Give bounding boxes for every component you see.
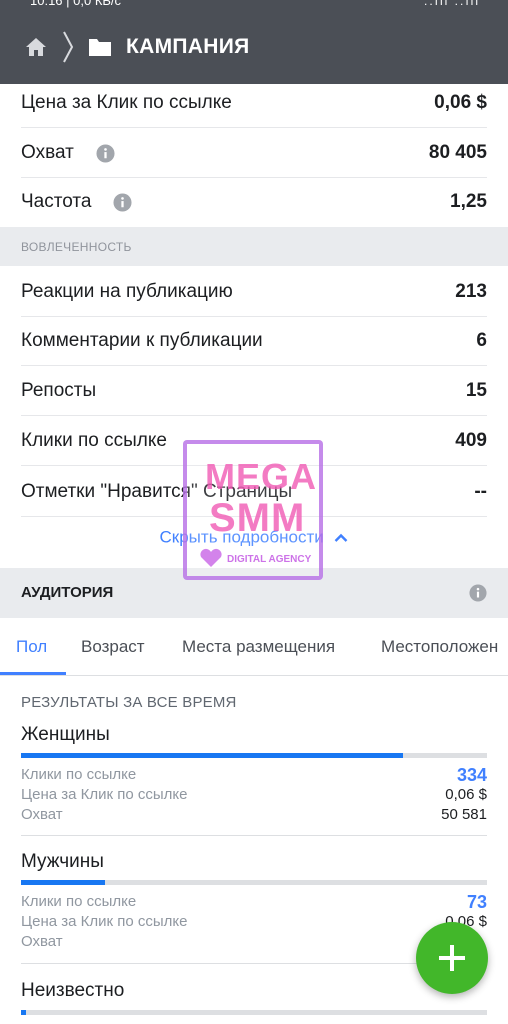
metric-label-wrap: Охват bbox=[21, 128, 115, 178]
metric-value: 15 bbox=[465, 380, 487, 401]
engagement-row: Репосты 15 bbox=[0, 366, 508, 416]
tab-location[interactable]: Местоположен bbox=[381, 618, 498, 675]
metric-value: 80 405 bbox=[428, 142, 487, 163]
progress-bar-men bbox=[21, 880, 487, 885]
metric-row-reach: Охват 80 405 bbox=[0, 128, 508, 178]
stat-label: Клики по ссылке bbox=[21, 893, 137, 910]
active-tab-indicator bbox=[0, 672, 66, 675]
stat-label: Охват bbox=[21, 806, 63, 823]
progress-bar-unknown bbox=[21, 1010, 487, 1015]
progress-bar-women bbox=[21, 753, 487, 758]
audience-tabs: Пол Возраст Места размещения Местоположе… bbox=[0, 618, 508, 676]
metric-value: 213 bbox=[455, 281, 487, 302]
group-name-women: Женщины bbox=[21, 724, 110, 745]
status-signal: ..ıll ..ıll bbox=[423, 0, 480, 8]
metric-label: Реакции на публикацию bbox=[21, 281, 233, 302]
heart-icon bbox=[200, 548, 222, 567]
metric-label: Комментарии к публикации bbox=[21, 330, 263, 351]
metric-label-wrap: Частота bbox=[21, 177, 132, 227]
metric-value: 6 bbox=[476, 330, 487, 351]
section-header-engagement: ВОВЛЕЧЕННОСТЬ bbox=[0, 227, 508, 266]
divider bbox=[21, 835, 487, 836]
stat-value: 50 581 bbox=[441, 806, 487, 823]
page-title: КАМПАНИЯ bbox=[126, 35, 250, 58]
stat-label: Охват bbox=[21, 933, 63, 950]
metric-label: Репосты bbox=[21, 380, 97, 401]
tab-placements[interactable]: Места размещения bbox=[182, 618, 335, 675]
status-time: 10:16 | 0,0 КБ/с bbox=[30, 0, 122, 8]
watermark-line3: DIGITAL AGENCY bbox=[227, 554, 312, 565]
metric-value: 409 bbox=[455, 430, 487, 451]
progress-fill bbox=[21, 1010, 26, 1015]
watermark-logo: MEGA SMM DIGITAL AGENCY bbox=[183, 440, 323, 580]
stat-label: Цена за Клик по ссылке bbox=[21, 913, 188, 930]
engagement-row: Комментарии к публикации 6 bbox=[0, 316, 508, 366]
metric-value: -- bbox=[474, 481, 487, 502]
engagement-row: Реакции на публикацию 213 bbox=[0, 267, 508, 317]
progress-fill bbox=[21, 753, 404, 758]
folder-icon bbox=[89, 39, 111, 56]
watermark-line1: MEGA bbox=[205, 456, 317, 497]
progress-fill bbox=[21, 880, 105, 885]
metric-label: Частота bbox=[21, 191, 92, 212]
info-icon[interactable] bbox=[96, 143, 115, 163]
stat-label: Цена за Клик по ссылке bbox=[21, 786, 188, 803]
group-name-unknown: Неизвестно bbox=[21, 980, 125, 1001]
info-icon[interactable] bbox=[469, 584, 487, 602]
section-title: ВОВЛЕЧЕННОСТЬ bbox=[21, 240, 132, 254]
chevron-up-icon bbox=[335, 533, 348, 542]
stat-label: Клики по ссылке bbox=[21, 766, 137, 783]
status-bar: 10:16 | 0,0 КБ/с ..ıll ..ıll bbox=[0, 0, 508, 10]
group-name-men: Мужчины bbox=[21, 851, 104, 872]
stat-value-link-clicks: 334 bbox=[456, 765, 487, 785]
top-bar: КАМПАНИЯ bbox=[0, 10, 508, 84]
metric-row-frequency: Частота 1,25 bbox=[0, 177, 508, 227]
metric-value: 0,06 $ bbox=[434, 92, 487, 113]
chevron-right-icon bbox=[63, 31, 74, 63]
metric-value: 1,25 bbox=[450, 191, 487, 212]
watermark-line2: SMM bbox=[209, 496, 306, 540]
tab-gender[interactable]: Пол bbox=[16, 618, 47, 675]
tab-age[interactable]: Возраст bbox=[81, 618, 145, 675]
metric-row-cpc: Цена за Клик по ссылке 0,06 $ bbox=[0, 78, 508, 128]
plus-icon bbox=[439, 945, 465, 971]
audience-title: АУДИТОРИЯ bbox=[21, 584, 114, 601]
results-title: РЕЗУЛЬТАТЫ ЗА ВСЕ ВРЕМЯ bbox=[21, 694, 237, 711]
stat-value: 0,06 $ bbox=[445, 786, 487, 803]
metric-label: Клики по ссылке bbox=[21, 430, 167, 451]
home-icon[interactable] bbox=[24, 35, 48, 59]
metric-label: Охват bbox=[21, 142, 74, 163]
add-button[interactable] bbox=[416, 922, 488, 994]
metric-label: Цена за Клик по ссылке bbox=[21, 92, 232, 113]
info-icon[interactable] bbox=[113, 192, 132, 212]
stat-value-link-clicks: 73 bbox=[466, 892, 487, 912]
